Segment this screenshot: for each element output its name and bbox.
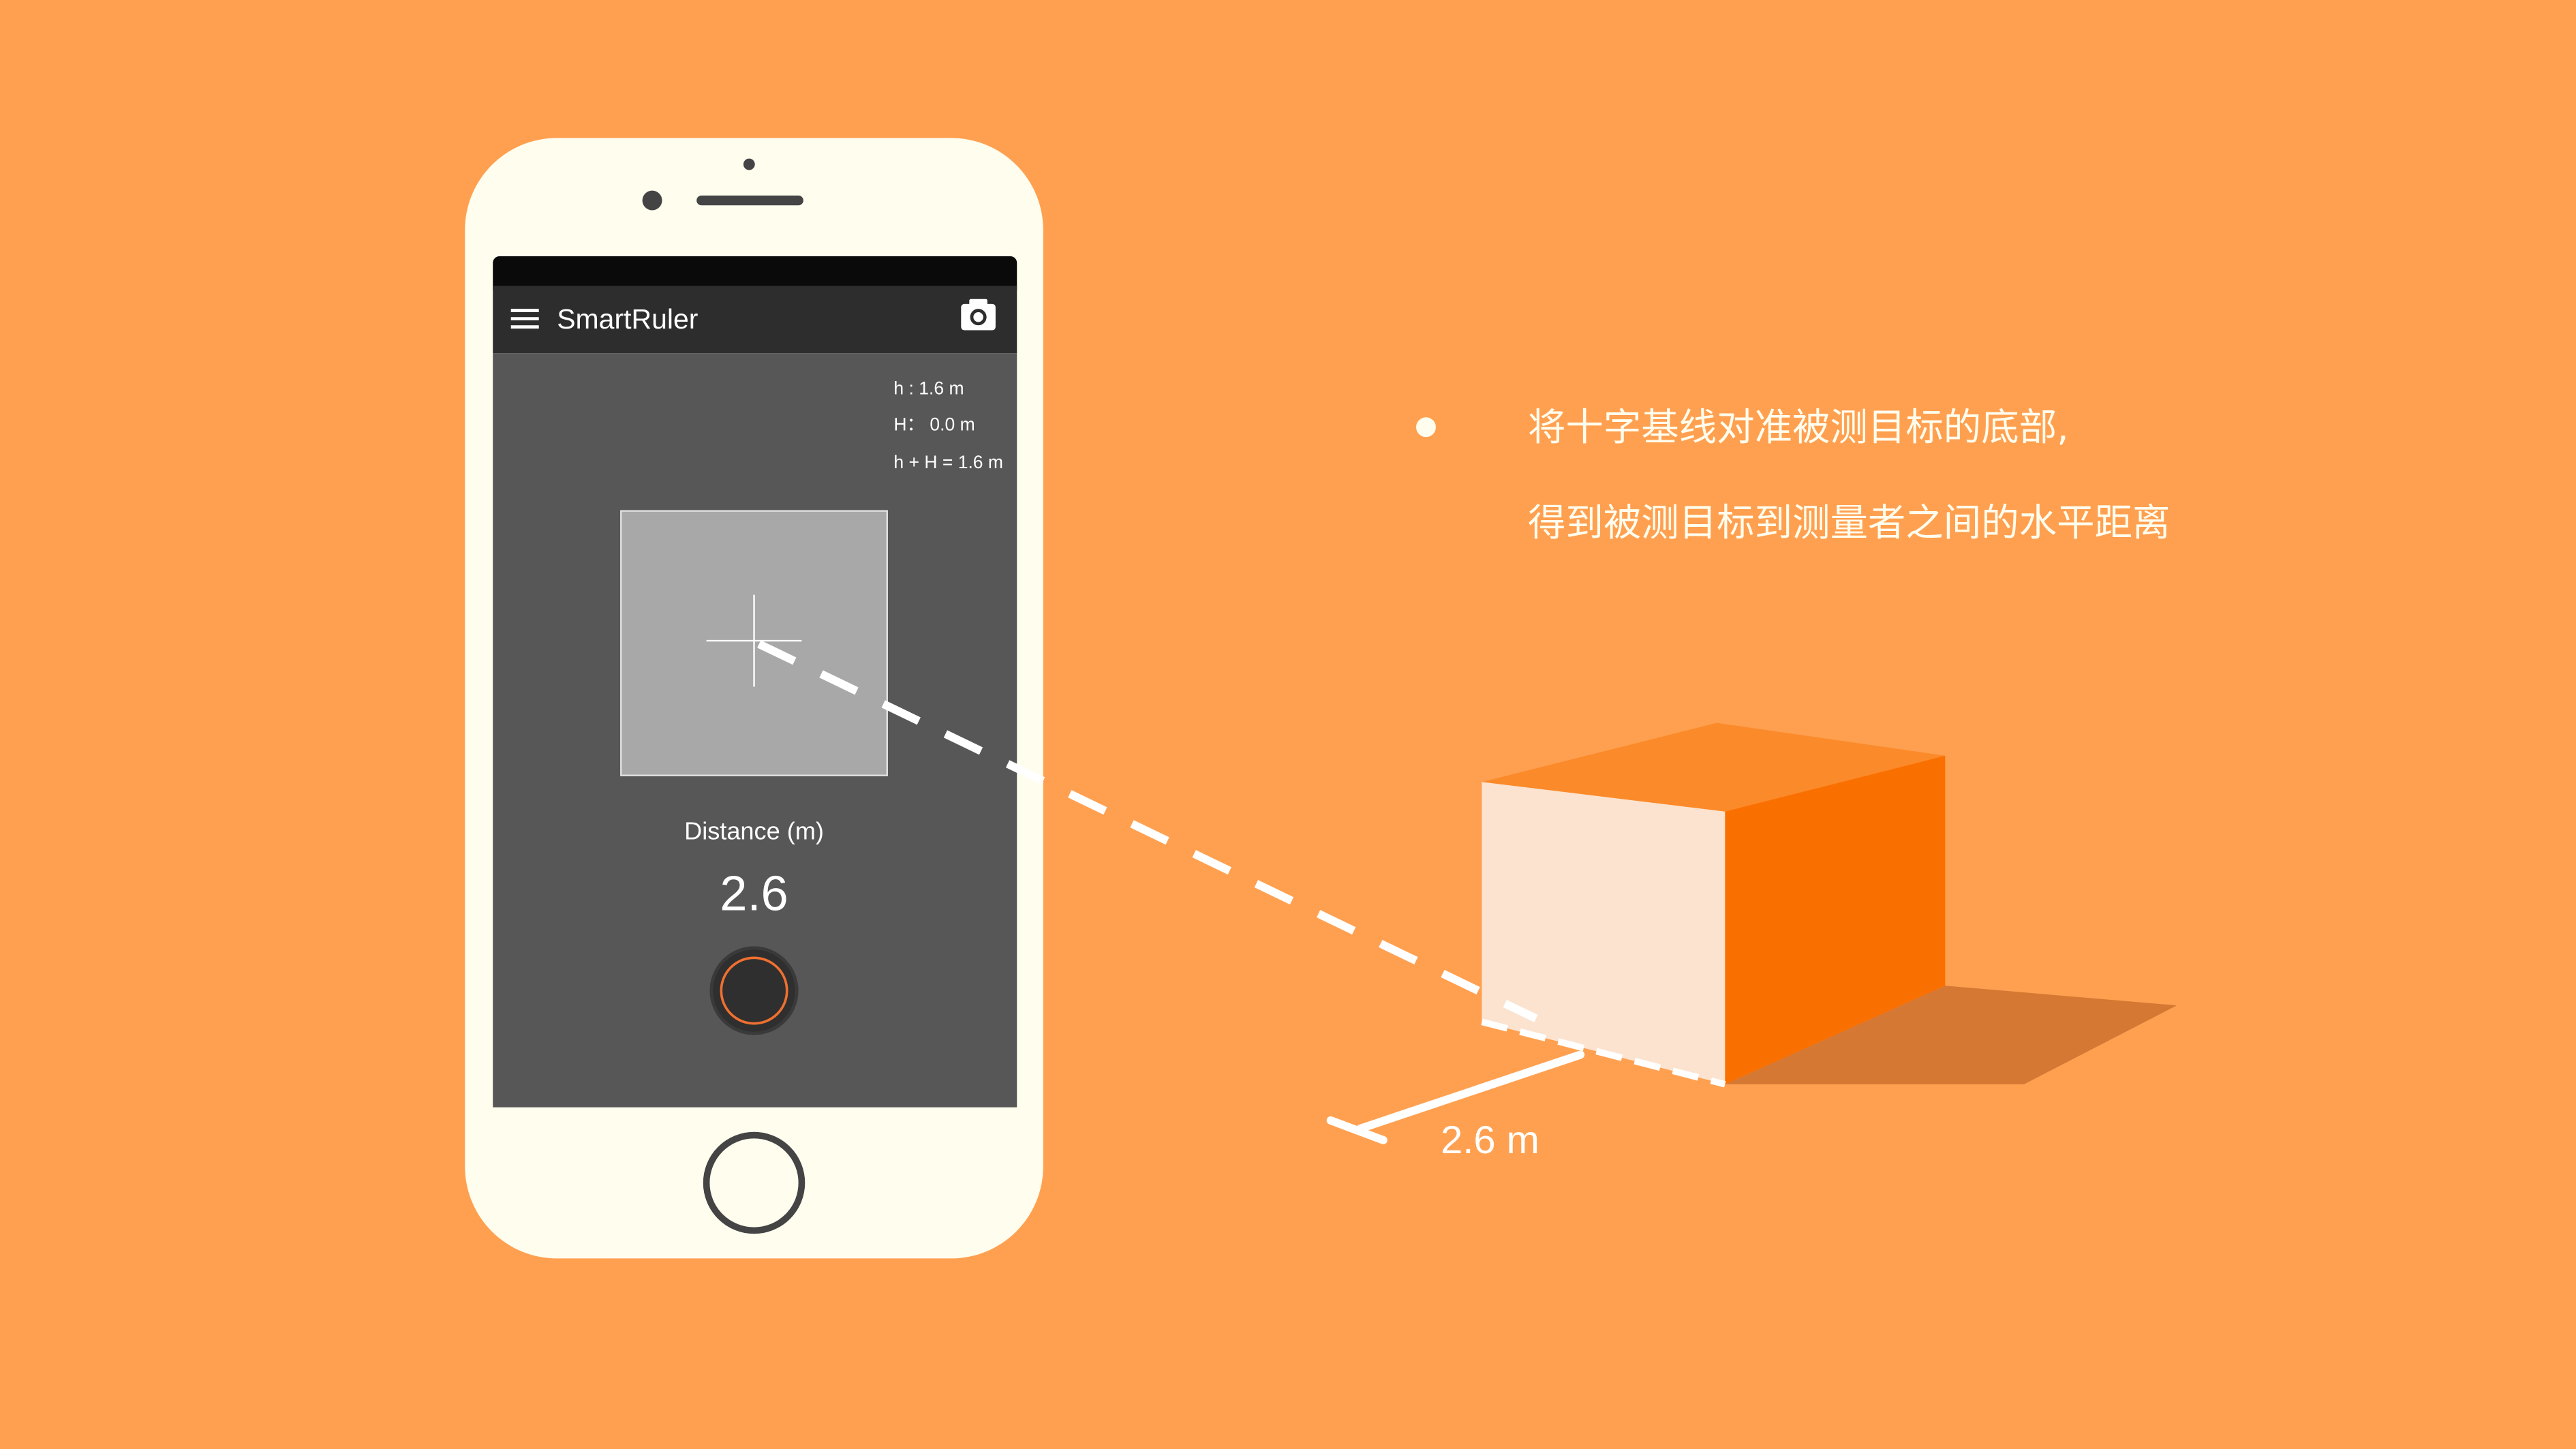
annotation-line-2: 得到被测目标到测量者之间的水平距离 [1528, 502, 2171, 545]
background [0, 0, 2576, 1449]
measure-label: 2.6 m [1441, 1118, 1539, 1162]
illustration: SmartRuler h : 1.6 m H： 0.0 m h + H = 1.… [0, 0, 2576, 1449]
readout-h: h : 1.6 m [893, 378, 964, 399]
readout-sum: h + H = 1.6 m [893, 452, 1003, 472]
distance-label: Distance (m) [684, 817, 824, 845]
measure-button[interactable] [709, 946, 799, 1035]
distance-value: 2.6 [720, 866, 788, 921]
annotation-line-1: 将十字基线对准被测目标的底部, [1528, 406, 2069, 450]
bullet-icon [1416, 417, 1436, 438]
sensor-dot [743, 158, 755, 170]
app-title: SmartRuler [557, 303, 698, 335]
phone: SmartRuler h : 1.6 m H： 0.0 m h + H = 1.… [465, 138, 1043, 1259]
front-camera-icon [642, 190, 662, 211]
readout-H: H： 0.0 m [893, 414, 975, 435]
